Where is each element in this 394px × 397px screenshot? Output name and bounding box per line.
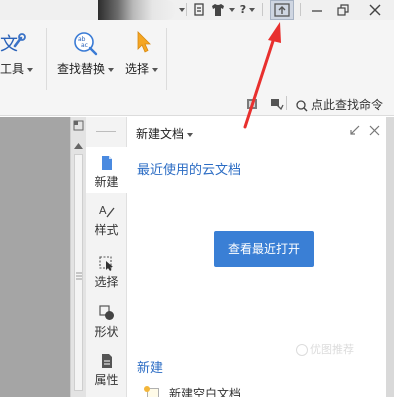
blank-document-icon [144, 385, 159, 397]
help-dropdown-caret[interactable] [246, 3, 255, 17]
find-replace-icon: ab ac [72, 30, 98, 59]
drag-handle[interactable] [96, 131, 116, 132]
watermark-text: 优图推荐 [310, 343, 354, 356]
document-canvas-area [0, 117, 70, 397]
ribbon-toolbar: 文 工具 ab ac 查找替换 选择 点此查找命令 [0, 20, 394, 116]
new-document-icon [101, 156, 112, 170]
divider [46, 28, 47, 90]
skin-dropdown-caret[interactable] [226, 3, 235, 17]
watermark: 优图推荐 [296, 341, 354, 357]
chevron-down-icon [187, 132, 194, 137]
cursor-arrow-icon [136, 31, 152, 56]
new-section-heading: 新建 [137, 361, 164, 376]
divider [166, 28, 167, 90]
tab-style[interactable]: A 样式 [86, 203, 127, 249]
new-blank-doc-label: 新建空白文档 [169, 387, 242, 397]
window-title-bar: ? [0, 0, 394, 20]
user-avatar[interactable] [98, 0, 176, 20]
tools-button[interactable]: 工具 [0, 60, 34, 77]
svg-text:A: A [99, 204, 107, 217]
collapse-ribbon-icon[interactable] [246, 98, 258, 113]
minimize-icon[interactable] [310, 3, 324, 17]
chevron-down-icon [108, 67, 115, 72]
scroll-grip-icon[interactable] [76, 269, 82, 283]
find-replace-button[interactable]: 查找替换 [57, 60, 115, 77]
chevron-down-icon [152, 67, 159, 72]
watermark-logo-icon [296, 344, 308, 356]
pane-title: 新建文档 [136, 127, 185, 141]
close-pane-icon[interactable] [369, 125, 380, 138]
tab-shapes[interactable]: 形状 [86, 305, 127, 351]
undock-pane-icon[interactable] [349, 125, 360, 138]
command-search[interactable]: 点此查找命令 [296, 96, 383, 113]
search-command-label: 点此查找命令 [311, 98, 384, 112]
search-icon [296, 99, 308, 111]
wrench-icon [12, 32, 26, 51]
tab-properties-label: 属性 [94, 373, 119, 387]
tools-label: 工具 [0, 62, 25, 76]
upload-icon [274, 3, 290, 17]
account-dropdown-caret[interactable] [176, 3, 185, 17]
tab-properties[interactable]: 属性 [86, 353, 127, 397]
task-pane-tabs: 新建 A 样式 选择 形状 属性 [86, 117, 127, 397]
select-label: 选择 [125, 62, 150, 76]
divider [286, 96, 287, 110]
divider [186, 3, 187, 16]
select-cursor-icon [98, 256, 113, 271]
view-recent-button[interactable]: 查看最近打开 [214, 231, 314, 267]
pin-icon[interactable] [193, 3, 205, 17]
shapes-icon [98, 305, 114, 320]
chevron-down-icon [27, 67, 34, 72]
split-view-icon[interactable] [73, 120, 84, 134]
select-button[interactable]: 选择 [125, 60, 159, 77]
scroll-up-icon[interactable] [73, 139, 84, 153]
scroll-track[interactable] [74, 154, 83, 391]
restore-icon[interactable] [336, 3, 350, 17]
close-icon[interactable] [368, 3, 382, 17]
tab-style-label: 样式 [94, 223, 119, 237]
tab-new-label: 新建 [94, 175, 119, 189]
upload-button[interactable] [270, 0, 294, 20]
find-replace-label: 查找替换 [57, 62, 106, 76]
vertical-scrollbar[interactable] [70, 117, 86, 397]
notification-flag-icon[interactable] [270, 98, 284, 113]
tab-select-label: 选择 [94, 275, 119, 289]
divider [300, 3, 301, 16]
svg-text:ac: ac [81, 42, 88, 49]
recent-cloud-docs-heading: 最近使用的云文档 [137, 163, 242, 178]
tab-select[interactable]: 选择 [86, 255, 127, 301]
tab-new[interactable]: 新建 [86, 147, 127, 193]
style-icon: A [99, 204, 115, 218]
pane-scrollbar[interactable] [386, 117, 394, 397]
tshirt-icon[interactable] [210, 3, 226, 17]
properties-icon [101, 354, 112, 368]
new-blank-document-item[interactable]: 新建空白文档 [144, 385, 242, 397]
tab-shapes-label: 形状 [94, 325, 119, 339]
pane-title-dropdown[interactable]: 新建文档 [136, 125, 194, 142]
divider [262, 3, 263, 16]
